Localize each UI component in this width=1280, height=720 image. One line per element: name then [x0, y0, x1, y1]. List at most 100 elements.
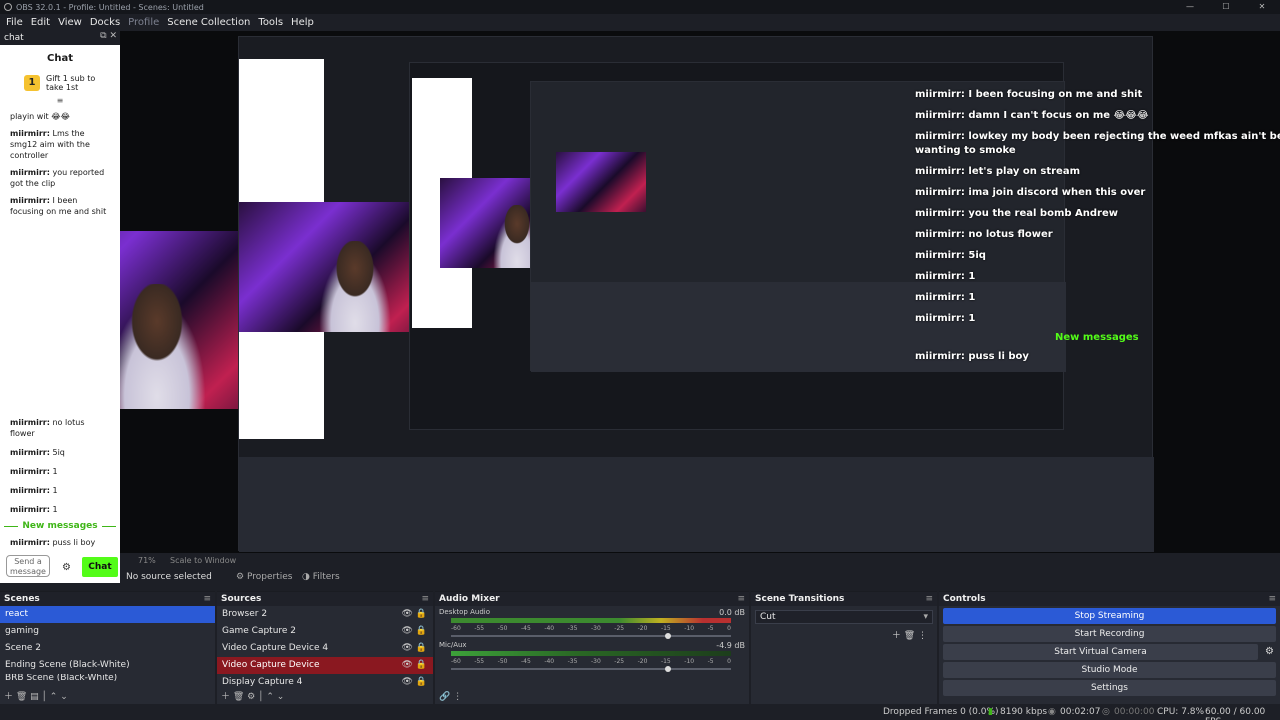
- overlay-chat-line: miirmirr: ima join discord when this ove…: [915, 187, 1146, 198]
- menu-view[interactable]: View: [58, 17, 82, 28]
- scene-item-react[interactable]: react: [0, 606, 215, 623]
- window-title: OBS 32.0.1 - Profile: Untitled - Scenes:…: [16, 2, 204, 12]
- overlay-chat-line: miirmirr: let's play on stream: [915, 166, 1080, 177]
- minimize-icon[interactable]: —: [1172, 0, 1208, 14]
- dock-float-close-icons[interactable]: ⧉ ✕: [100, 31, 117, 41]
- channel-name: Desktop Audio: [439, 608, 490, 616]
- scale-mode[interactable]: Scale to Window: [170, 556, 236, 565]
- scene-transitions-header: Scene Transitions ≡: [751, 592, 937, 606]
- dock-menu-icon[interactable]: ≡: [203, 592, 211, 606]
- overlay-chat-line: miirmirr: 1: [915, 271, 976, 282]
- volume-meter: [451, 618, 731, 623]
- dropped-frames: Dropped Frames 0 (0.0%): [883, 707, 999, 717]
- overlay-new-messages: New messages: [1055, 332, 1139, 343]
- chat-message: miirmirr: you reported got the clip: [10, 168, 105, 188]
- properties-button[interactable]: ⚙ Properties: [236, 572, 292, 582]
- chat-message: miirmirr: 1: [10, 486, 58, 495]
- program-preview[interactable]: miirmirr: I been focusing on me and shit…: [120, 31, 1280, 553]
- source-item-video-capture-4[interactable]: Video Capture Device 4 👁 🔒: [217, 640, 433, 657]
- overlay-chat-line: miirmirr: lowkey my body been rejecting …: [915, 131, 1280, 142]
- sources-toolbar[interactable]: ＋ 🗑 ⚙ │ ⌃ ⌄: [221, 689, 284, 702]
- chat-message: miirmirr: 1: [10, 467, 58, 476]
- overlay-chat-line: wanting to smoke: [915, 145, 1016, 156]
- chat-settings-gear-icon[interactable]: ⚙: [62, 562, 71, 573]
- eye-lock-icons[interactable]: 👁 🔒: [402, 640, 428, 657]
- sources-dock: Sources ≡ Browser 2 👁 🔒 Game Capture 2 👁 🔒 …: [217, 591, 433, 704]
- start-virtual-camera-button[interactable]: Start Virtual Camera: [943, 644, 1258, 660]
- volume-slider[interactable]: [451, 633, 731, 639]
- mixer-toolbar[interactable]: 🔗 ⋮: [439, 692, 462, 702]
- menu-help[interactable]: Help: [291, 17, 314, 28]
- volume-meter: [451, 651, 731, 656]
- zoom-level[interactable]: 71%: [138, 556, 156, 565]
- controls-header: Controls ≡: [939, 592, 1280, 606]
- stop-streaming-button[interactable]: Stop Streaming: [943, 608, 1276, 624]
- nested-streamer-figure: [312, 241, 397, 332]
- virtual-camera-gear-icon[interactable]: ⚙: [1265, 646, 1274, 657]
- chat-message: playin wit 😂😂: [10, 112, 70, 121]
- mixer-channel-mic: Mic/Aux -4.9 dB -60 -55 -50 -45 -40 -35 -30 -25…: [435, 639, 749, 672]
- scene-item-ending[interactable]: Ending Scene (Black-White): [0, 657, 215, 674]
- menu-edit[interactable]: Edit: [31, 17, 50, 28]
- overlay-chat-line: miirmirr: 1: [915, 313, 976, 324]
- chat-message-input[interactable]: Send a message: [6, 555, 50, 577]
- menu-tools[interactable]: Tools: [258, 17, 283, 28]
- source-item-browser-2[interactable]: Browser 2 👁 🔒: [217, 606, 433, 623]
- stream-time: 00:02:07: [1060, 707, 1101, 717]
- maximize-icon[interactable]: ☐: [1208, 0, 1244, 14]
- source-label: Video Capture Device: [222, 660, 320, 670]
- scenes-toolbar[interactable]: ＋ 🗑 ▤ │ ⌃ ⌄: [4, 689, 68, 702]
- scene-transitions-title: Scene Transitions: [755, 594, 845, 604]
- close-icon[interactable]: ✕: [1244, 0, 1280, 14]
- scenes-dock: Scenes ≡ react gaming Scene 2 Ending Scen…: [0, 591, 215, 704]
- eye-lock-icons[interactable]: 👁 🔒: [402, 657, 428, 674]
- transition-toolbar[interactable]: ＋ 🗑 ⋮: [892, 628, 927, 641]
- gift-banner[interactable]: 1 Gift 1 sub to take 1st: [0, 74, 120, 92]
- overlay-chat-line: miirmirr: no lotus flower: [915, 229, 1053, 240]
- eye-lock-icons[interactable]: 👁 🔒: [402, 623, 428, 640]
- overlay-chat-line: miirmirr: 1: [915, 292, 976, 303]
- settings-button[interactable]: Settings: [943, 680, 1276, 696]
- scene-item-brb[interactable]: BRB Scene (Black-White): [0, 674, 215, 682]
- start-recording-button[interactable]: Start Recording: [943, 626, 1276, 642]
- chat-dock-tab: chat: [4, 33, 24, 43]
- pinned-lines-icon: ≡: [56, 96, 64, 105]
- gear-icon: ⚙: [236, 572, 245, 582]
- signal-icon: ▮: [988, 707, 993, 717]
- nested-webcam-feed-3: [556, 152, 646, 212]
- chat-send-button[interactable]: Chat: [82, 557, 118, 577]
- source-label: Display Capture 4: [222, 677, 303, 687]
- menu-scene-collection[interactable]: Scene Collection: [167, 17, 250, 28]
- source-label: Video Capture Device 4: [222, 643, 329, 653]
- record-time: 00:00:00: [1114, 707, 1155, 717]
- eye-lock-icons[interactable]: 👁 🔒: [402, 606, 428, 623]
- menu-docks[interactable]: Docks: [90, 17, 120, 28]
- new-messages-divider[interactable]: New messages: [0, 521, 120, 531]
- record-icon: ◎: [1102, 707, 1110, 717]
- transition-select[interactable]: Cut: [755, 610, 933, 624]
- nested-bottom-docks: [239, 457, 1154, 552]
- menu-profile[interactable]: Profile: [128, 17, 159, 28]
- source-item-game-capture-2[interactable]: Game Capture 2 👁 🔒: [217, 623, 433, 640]
- gift-coin-icon: 1: [24, 75, 40, 91]
- scene-item-gaming[interactable]: gaming: [0, 623, 215, 640]
- overlay-chat-line: miirmirr: damn I can't focus on me 😂😂😂: [915, 110, 1149, 121]
- chat-message: miirmirr: 1: [10, 505, 58, 514]
- gift-text: Gift 1 sub to take 1st: [46, 74, 96, 92]
- eye-lock-icons[interactable]: 👁 🔒: [402, 674, 428, 691]
- dock-menu-icon[interactable]: ≡: [421, 592, 429, 606]
- volume-slider[interactable]: [451, 666, 731, 672]
- dock-menu-icon[interactable]: ≡: [737, 592, 745, 606]
- chat-dock-header: chat ⧉ ✕: [0, 31, 120, 45]
- properties-label: Properties: [246, 572, 293, 582]
- menu-file[interactable]: File: [6, 17, 23, 28]
- scenes-dock-header: Scenes ≡: [0, 592, 215, 606]
- source-item-video-capture[interactable]: Video Capture Device 👁 🔒: [217, 657, 433, 674]
- dock-menu-icon[interactable]: ≡: [925, 592, 933, 606]
- studio-mode-button[interactable]: Studio Mode: [943, 662, 1276, 678]
- filters-button[interactable]: ◑ Filters: [302, 572, 340, 582]
- dock-menu-icon[interactable]: ≡: [1268, 592, 1276, 606]
- chat-title: Chat: [47, 53, 73, 64]
- filters-label: Filters: [312, 572, 340, 582]
- scene-item-scene-2[interactable]: Scene 2: [0, 640, 215, 657]
